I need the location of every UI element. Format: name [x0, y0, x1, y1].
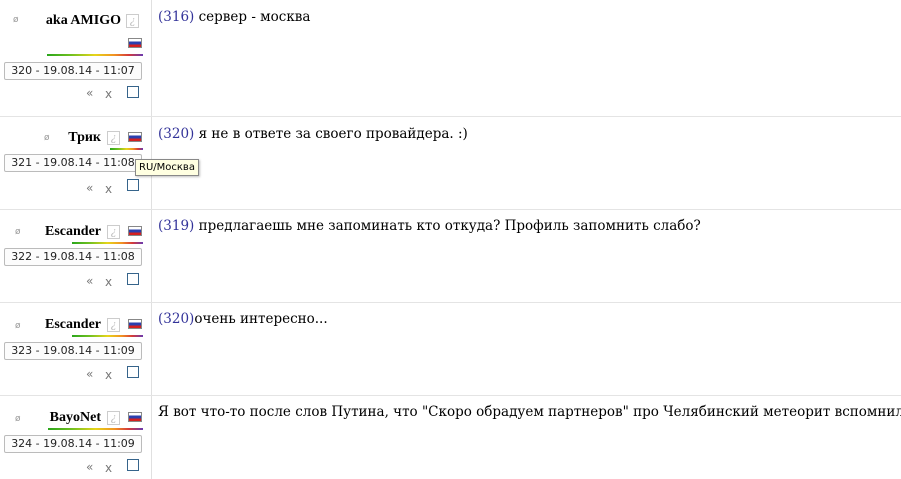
select-checkbox[interactable] — [127, 459, 139, 471]
post-date[interactable]: 324 - 19.08.14 - 11:09 — [4, 435, 142, 453]
author-nick[interactable]: BayoNet — [50, 410, 101, 426]
author-nick[interactable]: Трик — [68, 130, 101, 146]
status-dot-icon: ø — [44, 133, 50, 143]
post-message: (320)очень интересно... — [158, 311, 328, 327]
forum-post: ø Escander ¿ 323 - 19.08.14 - 11:09 « x … — [0, 303, 901, 395]
delete-link[interactable]: x — [105, 87, 112, 101]
status-dot-icon: ø — [15, 321, 21, 331]
post-author-panel: ø Escander ¿ 323 - 19.08.14 - 11:09 « x — [0, 303, 152, 395]
rating-bar — [48, 428, 143, 430]
delete-link[interactable]: x — [105, 461, 112, 475]
post-message: (320) я не в ответе за своего провайдера… — [158, 126, 468, 142]
post-date[interactable]: 320 - 19.08.14 - 11:07 — [4, 62, 142, 80]
post-date[interactable]: 323 - 19.08.14 - 11:09 — [4, 342, 142, 360]
quote-link[interactable]: « — [86, 274, 93, 288]
author-nick[interactable]: Escander — [45, 317, 101, 333]
info-icon[interactable]: ¿ — [107, 131, 120, 145]
russia-flag-icon[interactable] — [128, 132, 142, 142]
info-icon[interactable]: ¿ — [107, 318, 120, 332]
select-checkbox[interactable] — [127, 366, 139, 378]
reply-ref-link[interactable]: (320) — [158, 311, 194, 327]
quote-link[interactable]: « — [86, 367, 93, 381]
rating-bar — [72, 335, 143, 337]
post-text: очень интересно... — [194, 311, 328, 327]
post-text: предлагаешь мне запоминать кто откуда? П… — [194, 218, 701, 234]
forum-post: ø Трик ¿ 321 - 19.08.14 - 11:08 « x (320… — [0, 117, 901, 209]
info-icon[interactable]: ¿ — [107, 411, 120, 425]
select-checkbox[interactable] — [127, 86, 139, 98]
post-message: (316) сервер - москва — [158, 9, 310, 25]
post-text: я не в ответе за своего провайдера. :) — [194, 126, 468, 142]
status-dot-icon: ø — [15, 414, 21, 424]
post-date[interactable]: 322 - 19.08.14 - 11:08 — [4, 248, 142, 266]
post-text: сервер - москва — [194, 9, 311, 25]
post-author-panel: ø aka AMIGO ¿ 320 - 19.08.14 - 11:07 « x — [0, 0, 152, 116]
quote-link[interactable]: « — [86, 86, 93, 100]
post-date[interactable]: 321 - 19.08.14 - 11:08 — [4, 154, 142, 172]
rating-bar — [47, 54, 143, 56]
post-author-panel: ø Трик ¿ 321 - 19.08.14 - 11:08 « x — [0, 117, 152, 209]
reply-ref-link[interactable]: (320) — [158, 126, 194, 142]
russia-flag-icon[interactable] — [128, 319, 142, 329]
russia-flag-icon[interactable] — [128, 38, 142, 48]
rating-bar — [110, 148, 143, 150]
author-nick[interactable]: aka AMIGO — [46, 13, 121, 29]
status-dot-icon: ø — [13, 15, 19, 25]
rating-bar — [72, 242, 143, 244]
info-icon[interactable]: ¿ — [126, 14, 139, 28]
delete-link[interactable]: x — [105, 182, 112, 196]
status-dot-icon: ø — [15, 227, 21, 237]
post-author-panel: ø BayoNet ¿ 324 - 19.08.14 - 11:09 « x — [0, 396, 152, 479]
russia-flag-icon[interactable] — [128, 226, 142, 236]
post-text: Я вот что-то после слов Путина, что "Ско… — [158, 404, 901, 420]
delete-link[interactable]: x — [105, 368, 112, 382]
russia-flag-icon[interactable] — [128, 412, 142, 422]
forum-post: ø aka AMIGO ¿ 320 - 19.08.14 - 11:07 « x… — [0, 0, 901, 116]
select-checkbox[interactable] — [127, 273, 139, 285]
reply-ref-link[interactable]: (316) — [158, 9, 194, 25]
info-icon[interactable]: ¿ — [107, 225, 120, 239]
quote-link[interactable]: « — [86, 460, 93, 474]
forum-post: ø BayoNet ¿ 324 - 19.08.14 - 11:09 « x Я… — [0, 396, 901, 479]
delete-link[interactable]: x — [105, 275, 112, 289]
post-message: (319) предлагаешь мне запоминать кто отк… — [158, 218, 701, 234]
select-checkbox[interactable] — [127, 179, 139, 191]
author-nick[interactable]: Escander — [45, 224, 101, 240]
forum-post: ø Escander ¿ 322 - 19.08.14 - 11:08 « x … — [0, 210, 901, 302]
quote-link[interactable]: « — [86, 181, 93, 195]
location-tooltip: RU/Москва — [135, 159, 199, 176]
post-author-panel: ø Escander ¿ 322 - 19.08.14 - 11:08 « x — [0, 210, 152, 302]
post-message: Я вот что-то после слов Путина, что "Ско… — [158, 404, 901, 420]
reply-ref-link[interactable]: (319) — [158, 218, 194, 234]
